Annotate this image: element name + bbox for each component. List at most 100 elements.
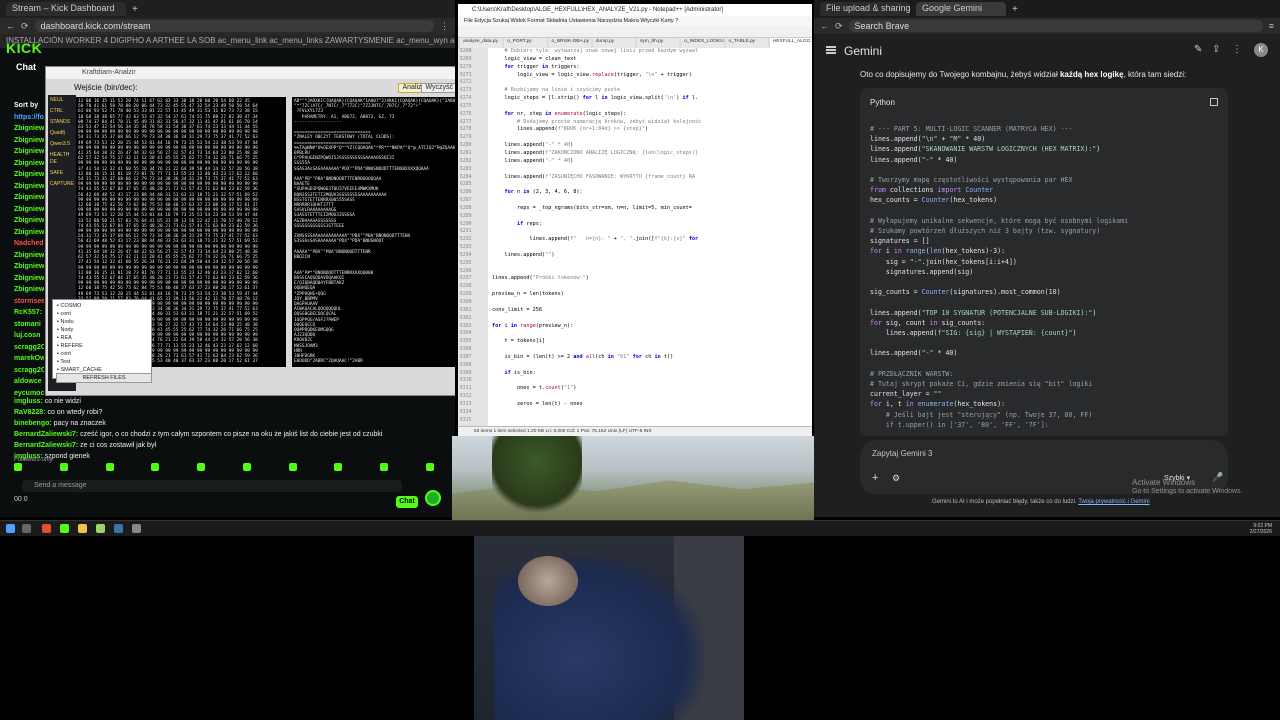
emote-icon[interactable] — [380, 463, 389, 471]
gemini-tab-upload[interactable]: File upload & sharing. Send large pr — [820, 2, 910, 16]
copy-code-icon[interactable] — [1210, 98, 1218, 106]
stream-status-icon[interactable] — [425, 490, 441, 506]
emote-icon[interactable] — [425, 463, 434, 471]
npp-file-tab[interactable]: analyse_data.py — [460, 38, 503, 48]
chat-send-button[interactable]: Chat — [396, 496, 418, 508]
chat-user-name[interactable]: Zbigniew — [14, 192, 44, 204]
brave-icon[interactable] — [42, 524, 51, 533]
chat-user-name[interactable]: Zbigniew — [14, 204, 44, 216]
start-icon[interactable] — [6, 524, 15, 533]
emote-icon[interactable] — [197, 463, 206, 471]
chat-author[interactable]: binebengo: — [14, 420, 54, 427]
emote-icon[interactable] — [151, 463, 160, 471]
back-icon[interactable]: ← — [820, 21, 829, 31]
new-tab-icon[interactable]: + — [132, 4, 138, 15]
npp-file-tab[interactable]: HEXFULL_ALGO.py — [769, 38, 812, 48]
tree-item[interactable]: ▪ Test — [57, 358, 147, 366]
chat-user-name[interactable]: Zbigniew — [14, 227, 44, 239]
chat-user-name[interactable]: Zbigniew — [14, 169, 44, 181]
python-icon[interactable] — [114, 524, 123, 533]
chat-author[interactable]: BernardZaliewski7: — [14, 431, 80, 438]
chat-user-name[interactable]: scragg2C — [14, 342, 44, 354]
chat-user-name[interactable]: Sort by — [14, 100, 44, 112]
prompt-input[interactable]: Zapytaj Gemini 3 — [872, 449, 932, 458]
browser-menu-icon[interactable]: ≡ — [1269, 21, 1274, 31]
app-icon[interactable] — [132, 524, 141, 533]
kick-logo[interactable]: KICK — [6, 40, 42, 56]
kick-tab[interactable]: Stream – Kick Dashboard — [6, 2, 126, 16]
tree-item[interactable]: ▪ cont — [57, 350, 147, 358]
extensions-icon[interactable]: ⋮ — [440, 21, 449, 32]
tree-item[interactable]: ▪ REFERE — [57, 342, 147, 350]
tree-item[interactable]: ▪ cont — [57, 310, 147, 318]
chat-user-name[interactable]: Nadchedir — [14, 238, 44, 250]
refresh-files-button[interactable]: REFRESH FILES — [56, 373, 152, 383]
chat-user-name[interactable]: Zbigniew — [14, 158, 44, 170]
chat-user-name[interactable]: Zbigniew — [14, 181, 44, 193]
emote-icon[interactable] — [288, 463, 297, 471]
tree-item[interactable]: ▪ Nody — [57, 326, 147, 334]
npp-file-tab[interactable]: o_PORT.py — [504, 38, 547, 48]
tree-item[interactable]: ▪ COSMO — [57, 302, 147, 310]
tree-item[interactable]: ▪ REA — [57, 334, 147, 342]
chat-user-name[interactable]: aldowce — [14, 376, 44, 388]
chat-author[interactable]: BernardZaliewski7: — [14, 442, 80, 449]
explorer-icon[interactable] — [78, 524, 87, 533]
chat-user-name[interactable]: luj.cosn — [14, 330, 44, 342]
gemini-tab-gemini[interactable]: Google Gemini — [916, 2, 1006, 16]
hamburger-menu-icon[interactable] — [826, 46, 836, 54]
chat-user-name[interactable]: Zbigniew — [14, 123, 44, 135]
emote-icon[interactable] — [334, 463, 343, 471]
reload-icon[interactable]: ⟳ — [21, 21, 29, 32]
analysis-output-area[interactable]: AB*"*JARXKIC{QAQAK}{CQAQAK"1A007"2}XKKI{… — [292, 97, 455, 367]
more-options-icon[interactable]: ⋮ — [1232, 45, 1242, 55]
search-icon[interactable] — [22, 524, 31, 533]
npp-file-tab[interactable]: o_INDEX_LOOKUP.py — [681, 38, 724, 48]
chat-message-input[interactable]: Send a message — [22, 480, 402, 492]
reload-icon[interactable]: ⟳ — [835, 21, 843, 32]
chat-user-name[interactable]: Zbigniew — [14, 135, 44, 147]
chat-user-name[interactable]: Zbigniew — [14, 284, 44, 296]
clear-button[interactable]: Wyczyść — [421, 83, 455, 93]
share-icon[interactable]: ⇪ — [1212, 45, 1222, 55]
emote-icon[interactable] — [59, 463, 68, 471]
tree-item[interactable]: ▪ Nodu — [57, 318, 147, 326]
chat-author[interactable]: imgluss: — [14, 398, 45, 405]
new-tab-icon[interactable]: + — [1012, 4, 1018, 15]
chat-user-name[interactable]: Zbigniew — [14, 261, 44, 273]
kick-url-field[interactable]: dashboard.kick.com/stream — [34, 20, 434, 32]
gemini-url-field[interactable]: Search Brave — [848, 20, 1263, 32]
notepad-icon[interactable] — [96, 524, 105, 533]
chat-user-name[interactable]: Zbigniew — [14, 250, 44, 262]
chat-user-name[interactable]: RcK557: — [14, 307, 44, 319]
file-tree[interactable]: ▪ COSMO ▪ cont ▪ Nodu ▪ Nody ▪ REA ▪ REFERE ▪ … — [52, 299, 152, 379]
back-icon[interactable]: ← — [6, 21, 15, 31]
chat-user-name[interactable]: stomani — [14, 319, 44, 331]
bookmarks-bar[interactable]: INSTALLACIÓN WORKER 4 DIGIPHO A ARTHEE L… — [0, 34, 455, 48]
chat-author[interactable]: RaV8228: — [14, 409, 47, 416]
npp-editor[interactable]: 6268 6269 6270 6271 6272 6273 6274 6275 … — [458, 48, 812, 426]
code-text[interactable]: # Dobierz tyle: wytwarzaj znak nowej lin… — [492, 48, 812, 426]
tools-icon[interactable]: ⚙ — [892, 473, 900, 484]
npp-file-tab[interactable]: o_BRISK-DBA.py — [548, 38, 591, 48]
chat-user-name[interactable]: Zbigniew — [14, 215, 44, 227]
code-content[interactable]: # --- PART 5: MULTI-LOGIC SCANNER (MATRY… — [870, 124, 1220, 430]
add-attachment-icon[interactable]: + — [872, 472, 878, 484]
npp-file-tab[interactable]: dump.py — [592, 38, 635, 48]
npp-file-tab[interactable]: sym_bh.py — [637, 38, 680, 48]
emote-icon[interactable] — [14, 463, 22, 471]
chat-user-name[interactable]: https://fo — [14, 112, 44, 124]
kick-icon[interactable] — [60, 524, 69, 533]
new-chat-icon[interactable]: ✎ — [1194, 45, 1204, 55]
npp-toolbar[interactable] — [458, 26, 812, 38]
npp-menu-bar[interactable]: File Edycja Szukaj Widok Format Składnia… — [458, 16, 812, 26]
emote-icon[interactable] — [242, 463, 251, 471]
chat-user-name[interactable]: scragg2C — [14, 365, 44, 377]
chat-user-name[interactable]: stormseed — [14, 296, 44, 308]
npp-file-tab[interactable]: o_TABLE.py — [725, 38, 768, 48]
privacy-link[interactable]: Twoja prywatność i Gemini — [1078, 499, 1149, 505]
chat-user-name[interactable]: marekOws — [14, 353, 44, 365]
system-clock[interactable]: 9:02 PM 2/27/2026 — [1250, 523, 1272, 535]
gemini-title[interactable]: Gemini — [844, 44, 882, 58]
emote-icon[interactable] — [105, 463, 114, 471]
